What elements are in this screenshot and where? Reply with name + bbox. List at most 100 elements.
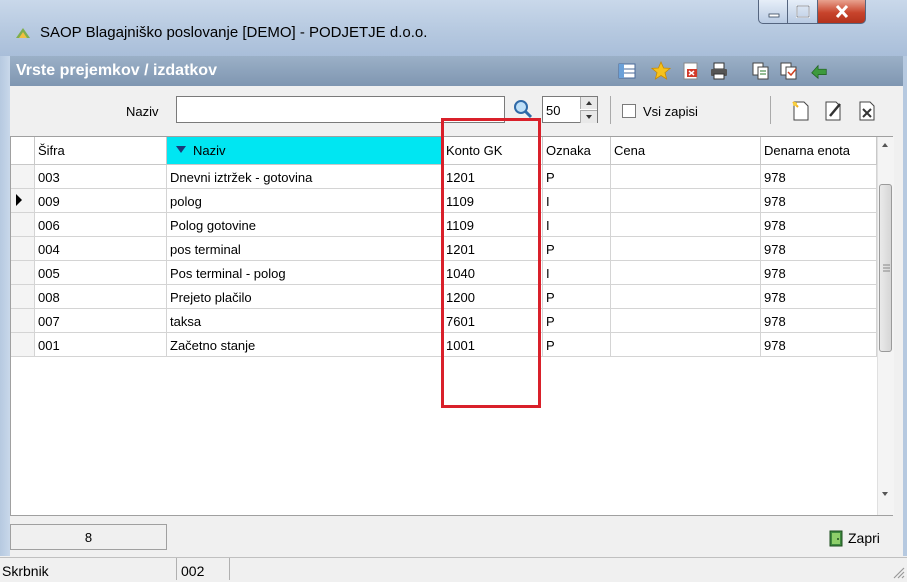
row-indicator[interactable]	[11, 285, 35, 309]
cell-oznaka[interactable]: P	[543, 165, 611, 189]
cell-denarna-enota[interactable]: 978	[761, 309, 877, 333]
cell-cena[interactable]	[611, 333, 761, 357]
record-count: 8	[10, 524, 167, 550]
delete-record-icon[interactable]	[856, 100, 878, 122]
status-divider	[229, 558, 230, 580]
print-icon[interactable]	[709, 61, 729, 81]
window-frame-right	[903, 56, 907, 556]
cell-cena[interactable]	[611, 237, 761, 261]
close-window-button[interactable]	[818, 0, 866, 24]
cell-cena[interactable]	[611, 165, 761, 189]
resize-grip-icon[interactable]	[889, 563, 905, 579]
column-header-cena[interactable]: Cena	[611, 137, 761, 165]
row-indicator[interactable]	[11, 333, 35, 357]
cell-naziv[interactable]: taksa	[167, 309, 443, 333]
status-bar	[0, 557, 907, 582]
cell-cena[interactable]	[611, 309, 761, 333]
cell-sifra[interactable]: 007	[35, 309, 167, 333]
cell-denarna-enota[interactable]: 978	[761, 285, 877, 309]
grip-lines-icon	[883, 264, 890, 272]
refresh-icon[interactable]	[809, 61, 829, 81]
search-label: Naziv	[126, 104, 159, 119]
cell-sifra[interactable]: 005	[35, 261, 167, 285]
cell-denarna-enota[interactable]: 978	[761, 165, 877, 189]
cell-cena[interactable]	[611, 189, 761, 213]
cell-denarna-enota[interactable]: 978	[761, 261, 877, 285]
cell-naziv[interactable]: Začetno stanje	[167, 333, 443, 357]
cell-naziv[interactable]: polog	[167, 189, 443, 213]
cell-naziv[interactable]: pos terminal	[167, 237, 443, 261]
arrow-down-icon	[586, 115, 592, 119]
row-indicator[interactable]	[11, 189, 35, 213]
cell-sifra[interactable]: 008	[35, 285, 167, 309]
window-title: SAOP Blagajniško poslovanje [DEMO] - POD…	[40, 24, 428, 41]
show-all-label[interactable]: Vsi zapisi	[643, 104, 698, 119]
columns-icon[interactable]	[617, 61, 637, 81]
cell-cena[interactable]	[611, 285, 761, 309]
cell-sifra[interactable]: 003	[35, 165, 167, 189]
highlight-annotation-box	[441, 118, 541, 408]
status-user-value: 002	[181, 563, 205, 579]
close-button-text: Zapri	[848, 530, 880, 546]
maximize-button[interactable]	[788, 0, 818, 24]
cell-denarna-enota[interactable]: 978	[761, 333, 877, 357]
cell-denarna-enota[interactable]: 978	[761, 189, 877, 213]
export-pdf-icon[interactable]	[681, 61, 701, 81]
minimize-button[interactable]	[758, 0, 788, 24]
status-user-label: Skrbnik	[2, 563, 49, 579]
minimize-icon	[768, 13, 780, 18]
row-indicator[interactable]	[11, 309, 35, 333]
current-row-pointer-icon	[16, 194, 22, 206]
row-indicator[interactable]	[11, 165, 35, 189]
cell-oznaka[interactable]: I	[543, 261, 611, 285]
arrow-up-icon	[586, 101, 592, 105]
cell-denarna-enota[interactable]: 978	[761, 237, 877, 261]
cell-oznaka[interactable]: P	[543, 237, 611, 261]
close-icon	[835, 4, 849, 19]
app-icon	[16, 28, 30, 38]
row-indicator[interactable]	[11, 213, 35, 237]
cell-sifra[interactable]: 009	[35, 189, 167, 213]
cell-denarna-enota[interactable]: 978	[761, 213, 877, 237]
row-indicator[interactable]	[11, 261, 35, 285]
stepper-up-button[interactable]	[580, 97, 597, 109]
edit-record-icon[interactable]	[822, 100, 844, 122]
cell-sifra[interactable]: 004	[35, 237, 167, 261]
column-header-naziv-label: Naziv	[193, 143, 226, 158]
scroll-down-arrow-icon[interactable]	[877, 485, 893, 503]
column-header-naziv[interactable]: Naziv	[167, 137, 443, 165]
column-header-denarna-enota[interactable]: Denarna enota	[761, 137, 877, 165]
cell-oznaka[interactable]: P	[543, 309, 611, 333]
cell-sifra[interactable]: 006	[35, 213, 167, 237]
maximize-icon	[796, 5, 810, 18]
new-record-icon[interactable]	[790, 100, 812, 122]
cell-naziv[interactable]: Prejeto plačilo	[167, 285, 443, 309]
copy-record-icon[interactable]	[751, 61, 771, 81]
cell-naziv[interactable]: Pos terminal - polog	[167, 261, 443, 285]
close-button-label[interactable]: Zapri	[848, 530, 880, 546]
cell-cena[interactable]	[611, 261, 761, 285]
duplicate-record-icon[interactable]	[779, 61, 799, 81]
exit-door-icon	[829, 530, 843, 547]
toolbar-divider	[610, 96, 611, 124]
search-icon[interactable]	[512, 98, 534, 120]
scrollbar-thumb[interactable]	[879, 184, 892, 352]
favorite-star-icon[interactable]	[651, 61, 671, 81]
window-frame-left	[0, 56, 10, 556]
scroll-up-arrow-icon[interactable]	[877, 137, 893, 155]
cell-cena[interactable]	[611, 213, 761, 237]
cell-sifra[interactable]: 001	[35, 333, 167, 357]
cell-oznaka[interactable]: P	[543, 285, 611, 309]
cell-naziv[interactable]: Polog gotovine	[167, 213, 443, 237]
cell-naziv[interactable]: Dnevni iztržek - gotovina	[167, 165, 443, 189]
column-header-oznaka[interactable]: Oznaka	[543, 137, 611, 165]
cell-oznaka[interactable]: P	[543, 333, 611, 357]
form-title: Vrste prejemkov / izdatkov	[16, 62, 217, 79]
cell-oznaka[interactable]: I	[543, 189, 611, 213]
sort-descending-icon	[176, 146, 186, 153]
stepper-down-button[interactable]	[580, 110, 597, 123]
show-all-checkbox[interactable]	[622, 104, 636, 118]
column-header-sifra[interactable]: Šifra	[35, 137, 167, 165]
row-indicator[interactable]	[11, 237, 35, 261]
cell-oznaka[interactable]: I	[543, 213, 611, 237]
